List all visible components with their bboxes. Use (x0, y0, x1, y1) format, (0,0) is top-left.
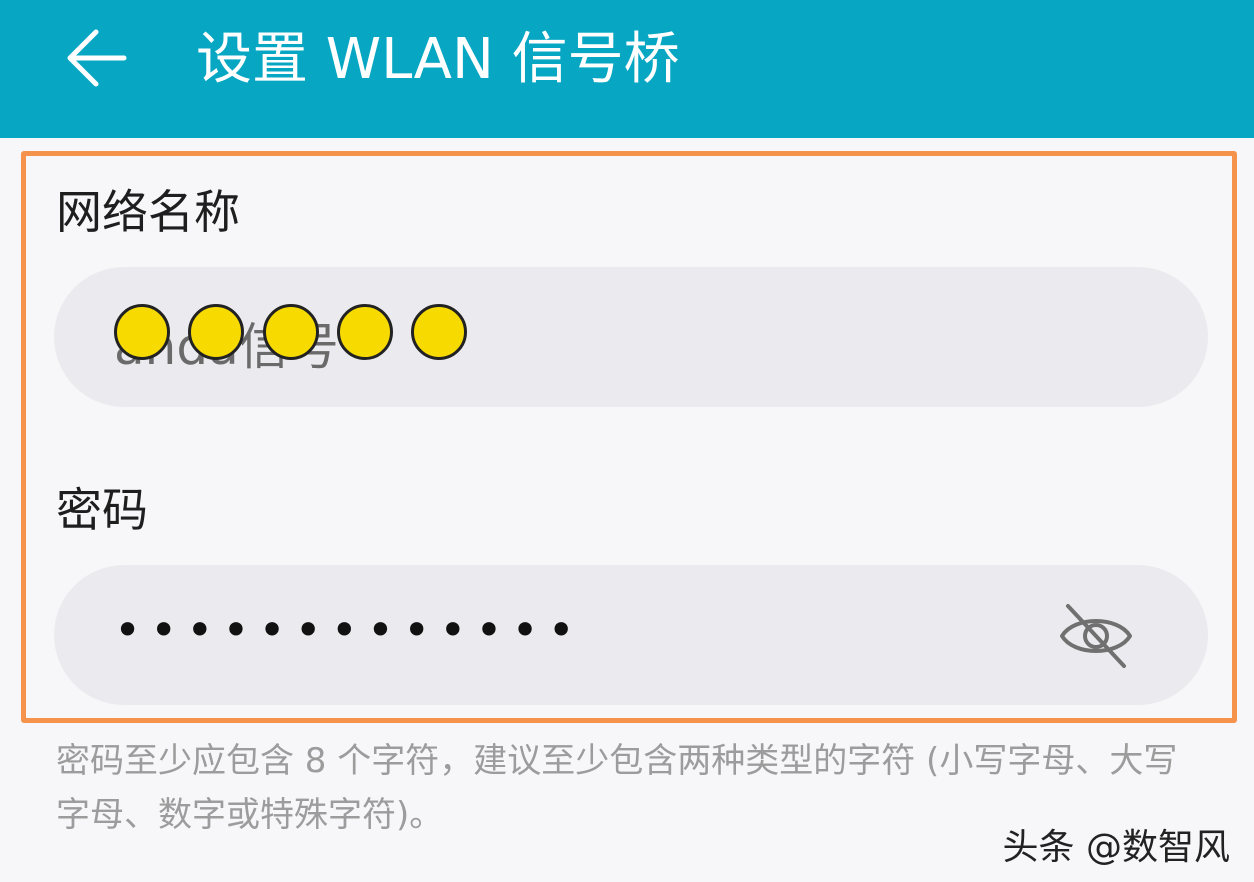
app-header: 设置 WLAN 信号桥 (0, 0, 1254, 138)
network-name-label: 网络名称 (56, 185, 240, 239)
watermark: 头条 @数智风 (1002, 827, 1230, 868)
back-button[interactable] (56, 18, 136, 98)
network-name-input[interactable]: anda信号 (54, 267, 1208, 407)
password-input[interactable]: ••••••••••••• (54, 565, 1208, 705)
arrow-left-icon (67, 29, 127, 87)
redaction-mark (263, 304, 319, 360)
password-visibility-toggle[interactable] (1054, 595, 1138, 675)
redaction-mark (411, 304, 467, 360)
password-label: 密码 (56, 483, 148, 537)
eye-off-icon (1060, 604, 1132, 668)
password-value: ••••••••••••• (114, 603, 584, 657)
page-title: 设置 WLAN 信号桥 (196, 27, 680, 92)
redaction-mark (337, 304, 393, 360)
redaction-mark (188, 304, 244, 360)
redaction-mark (114, 304, 170, 360)
